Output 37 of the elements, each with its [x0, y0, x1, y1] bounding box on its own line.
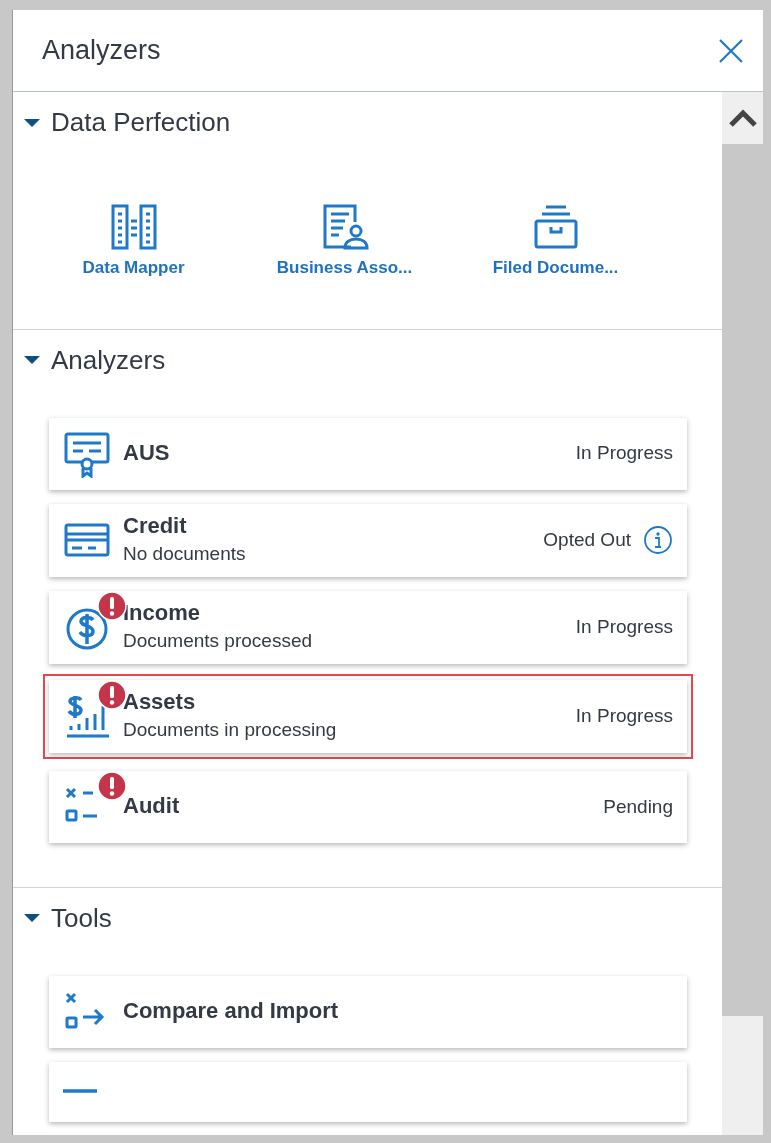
- analyzer-card[interactable]: Audit Pending: [49, 770, 687, 843]
- card-subtitle: Documents in processing: [123, 718, 338, 743]
- status-text: In Progress: [575, 441, 673, 466]
- close-button[interactable]: [717, 36, 745, 65]
- section-header[interactable]: Data Perfection: [13, 92, 723, 153]
- status-text: Opted Out: [543, 527, 631, 552]
- status-text: Pending: [603, 794, 673, 819]
- analyzer-card[interactable]: Credit No documents Opted Out: [49, 503, 687, 577]
- card-title: AUS: [123, 439, 171, 468]
- card-title: Audit: [123, 792, 181, 821]
- scrollbar-thumb[interactable]: [722, 144, 763, 1016]
- chevron-up-icon: [728, 109, 757, 127]
- card-title: Compare and Import: [123, 997, 340, 1026]
- scroll-up-button[interactable]: [722, 92, 763, 144]
- analyzer-tile[interactable]: Business Asso...: [239, 203, 450, 281]
- status-text: In Progress: [575, 614, 673, 639]
- panel-title: Analyzers: [42, 34, 161, 68]
- analyzer-card[interactable]: AUS In Progress: [49, 417, 687, 490]
- section-header[interactable]: Analyzers: [13, 329, 723, 391]
- analyzer-card[interactable]: Assets Documents in processing In Progress: [43, 673, 693, 759]
- analyzer-card[interactable]: Income Documents processed In Progress: [49, 590, 687, 664]
- section-header[interactable]: Tools: [13, 887, 723, 949]
- card-title: Credit: [123, 511, 188, 540]
- columns-icon: [109, 203, 158, 251]
- collapse-caret-icon: [23, 355, 41, 365]
- card-subtitle: Documents processed: [123, 629, 314, 654]
- list-icon: [63, 1087, 97, 1094]
- status-text: In Progress: [575, 704, 673, 728]
- info-icon[interactable]: [643, 525, 673, 556]
- collapse-caret-icon: [23, 913, 41, 924]
- card-title: Assets: [123, 687, 197, 716]
- analyzer-tile[interactable]: Filed Docume...: [450, 203, 661, 281]
- card-subtitle: No documents: [123, 542, 247, 567]
- analyzer-card[interactable]: Compare and Import: [49, 975, 687, 1048]
- card-title: Income: [123, 598, 202, 627]
- collapse-caret-icon: [23, 117, 41, 128]
- analyzer-tile[interactable]: Data Mapper: [28, 203, 239, 281]
